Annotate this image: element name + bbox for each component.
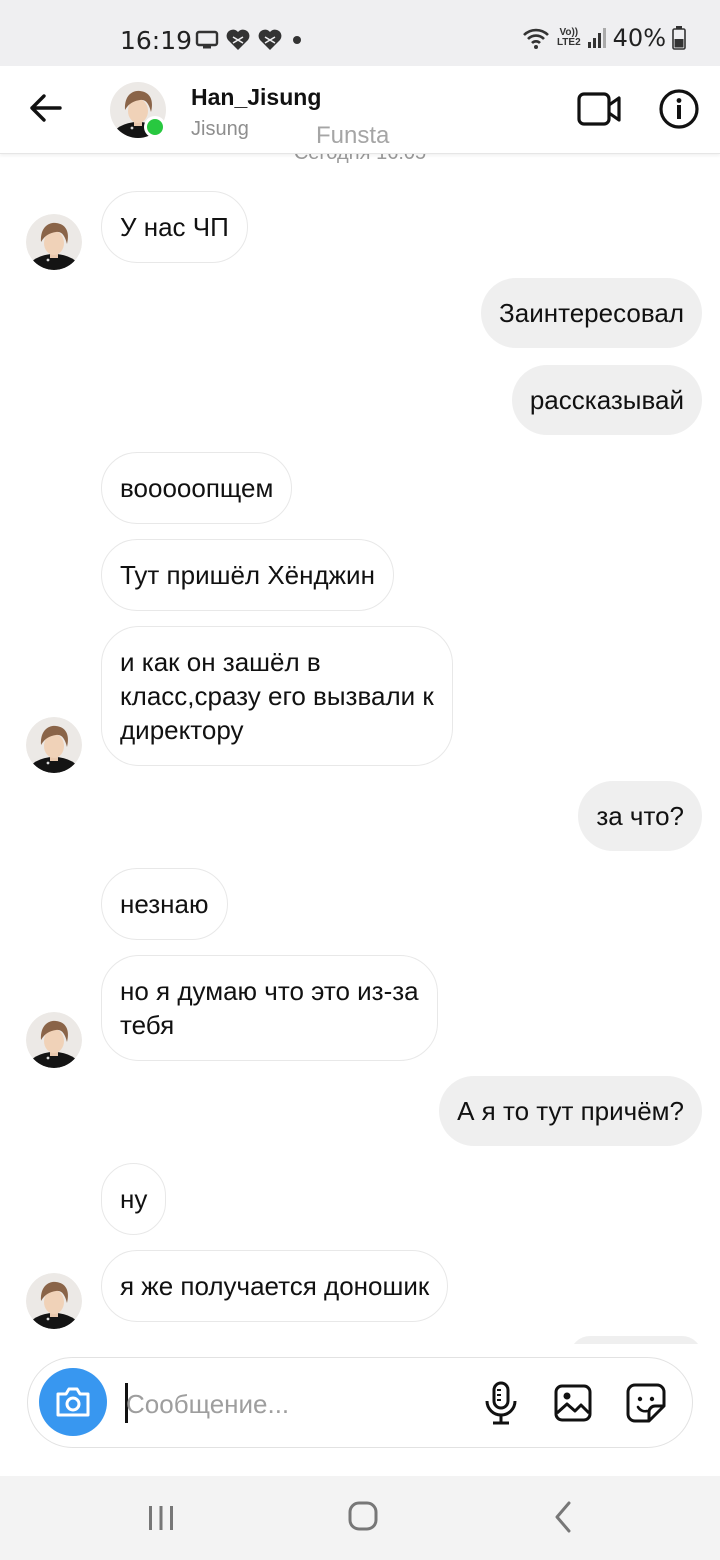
avatar[interactable] <box>26 717 82 773</box>
wifi-icon <box>523 28 549 49</box>
message-bubble-incoming[interactable]: вооооопщем <box>101 452 293 524</box>
message-bubble-incoming[interactable]: но я думаю что это из-за тебя <box>101 955 438 1061</box>
avatar <box>26 717 82 773</box>
message-bubble-outgoing[interactable]: за что? <box>578 781 702 851</box>
dot-icon <box>293 36 301 44</box>
message-bubble-incoming[interactable]: незнаю <box>101 868 228 940</box>
info-button[interactable] <box>658 88 700 130</box>
recents-icon <box>149 1506 173 1530</box>
home-icon <box>348 1501 378 1531</box>
sticker-button[interactable] <box>625 1382 667 1424</box>
system-nav-bar <box>0 1476 720 1560</box>
arrow-left-icon <box>30 94 62 122</box>
lte-label: LTE2 <box>556 37 581 48</box>
avatar[interactable] <box>26 1273 82 1329</box>
status-right-icons: Vo)) LTE2 40% <box>521 24 686 52</box>
camera-button[interactable] <box>39 1368 107 1436</box>
info-icon <box>659 89 699 129</box>
avatar[interactable] <box>26 214 82 270</box>
recents-button[interactable] <box>146 1504 176 1532</box>
message-bubble-outgoing[interactable]: рассказывай <box>511 365 702 435</box>
home-button[interactable] <box>347 1500 379 1532</box>
heart-icon <box>226 29 250 50</box>
status-bar: 16:19 Vo)) LTE2 40% <box>0 0 720 66</box>
heart-icon <box>258 29 282 50</box>
gallery-button[interactable] <box>553 1383 593 1423</box>
avatar <box>26 1273 82 1329</box>
back-button[interactable] <box>26 88 66 128</box>
message-bubble-incoming[interactable]: я же получается доношик <box>101 1250 449 1322</box>
status-notification-icons <box>195 28 305 52</box>
avatar <box>26 214 82 270</box>
message-input[interactable] <box>126 1382 466 1426</box>
microphone-icon <box>485 1381 517 1425</box>
cast-icon <box>195 30 219 49</box>
image-icon <box>554 1384 592 1422</box>
online-status-dot <box>144 116 166 138</box>
message-list[interactable]: Сегодня 16:05 У нас ЧП Заинтересовал рас… <box>0 154 720 1344</box>
volte-indicator: Vo)) LTE2 <box>557 28 581 48</box>
message-bubble-incoming[interactable]: У нас ЧП <box>101 191 248 263</box>
back-chevron-icon <box>555 1501 571 1533</box>
battery-percent: 40% <box>612 24 666 52</box>
contact-username[interactable]: Han_Jisung <box>191 84 321 111</box>
voice-message-button[interactable] <box>483 1380 519 1426</box>
message-composer <box>27 1357 693 1448</box>
watermark: Funsta <box>316 122 390 149</box>
message-bubble-incoming[interactable]: и как он зашёл в класс,сразу его вызвали… <box>101 626 453 766</box>
message-bubble-incoming[interactable]: Тут пришёл Хёнджин <box>101 539 394 611</box>
camera-icon <box>56 1387 90 1417</box>
message-bubble-outgoing-partial <box>570 1336 702 1344</box>
date-separator: Сегодня 16:05 <box>0 154 720 165</box>
sticker-icon <box>626 1383 666 1423</box>
avatar[interactable] <box>26 1012 82 1068</box>
message-bubble-incoming[interactable]: ну <box>101 1163 167 1235</box>
message-bubble-outgoing[interactable]: Заинтересовал <box>481 278 702 348</box>
nav-back-button[interactable] <box>553 1500 573 1534</box>
avatar <box>26 1012 82 1068</box>
video-call-button[interactable] <box>576 90 622 128</box>
message-bubble-outgoing[interactable]: А я то тут причём? <box>439 1076 702 1146</box>
contact-display-name: Jisung <box>191 118 249 140</box>
battery-icon <box>672 26 686 50</box>
video-camera-icon <box>577 92 621 126</box>
signal-icon <box>587 28 606 48</box>
status-time: 16:19 <box>120 26 193 55</box>
